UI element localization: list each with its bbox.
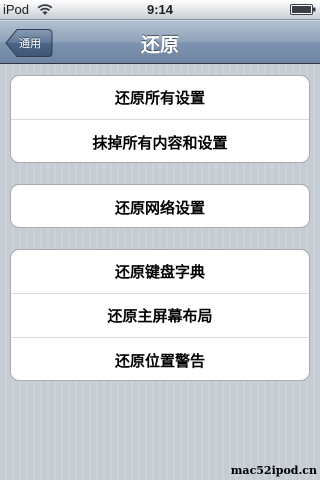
navigation-bar: 通用 还原 — [0, 20, 320, 64]
clock: 9:14 — [146, 2, 174, 17]
reset-group-1: 还原所有设置 抹掉所有内容和设置 — [10, 75, 310, 163]
reset-network-settings-row[interactable]: 还原网络设置 — [11, 185, 309, 227]
reset-all-settings-row[interactable]: 还原所有设置 — [11, 76, 309, 120]
reset-home-screen-layout-row[interactable]: 还原主屏幕布局 — [11, 294, 309, 338]
battery-icon — [290, 4, 316, 15]
watermark: mac52ipod.cn — [230, 464, 317, 477]
erase-all-content-row[interactable]: 抹掉所有内容和设置 — [11, 120, 309, 162]
status-bar: iPod 9:14 — [0, 0, 320, 20]
page-title: 还原 — [140, 34, 179, 56]
reset-group-2: 还原网络设置 — [10, 184, 310, 228]
reset-group-3: 还原键盘字典 还原主屏幕布局 还原位置警告 — [10, 249, 310, 381]
reset-location-warnings-row[interactable]: 还原位置警告 — [11, 338, 309, 380]
reset-keyboard-dictionary-row[interactable]: 还原键盘字典 — [11, 250, 309, 294]
